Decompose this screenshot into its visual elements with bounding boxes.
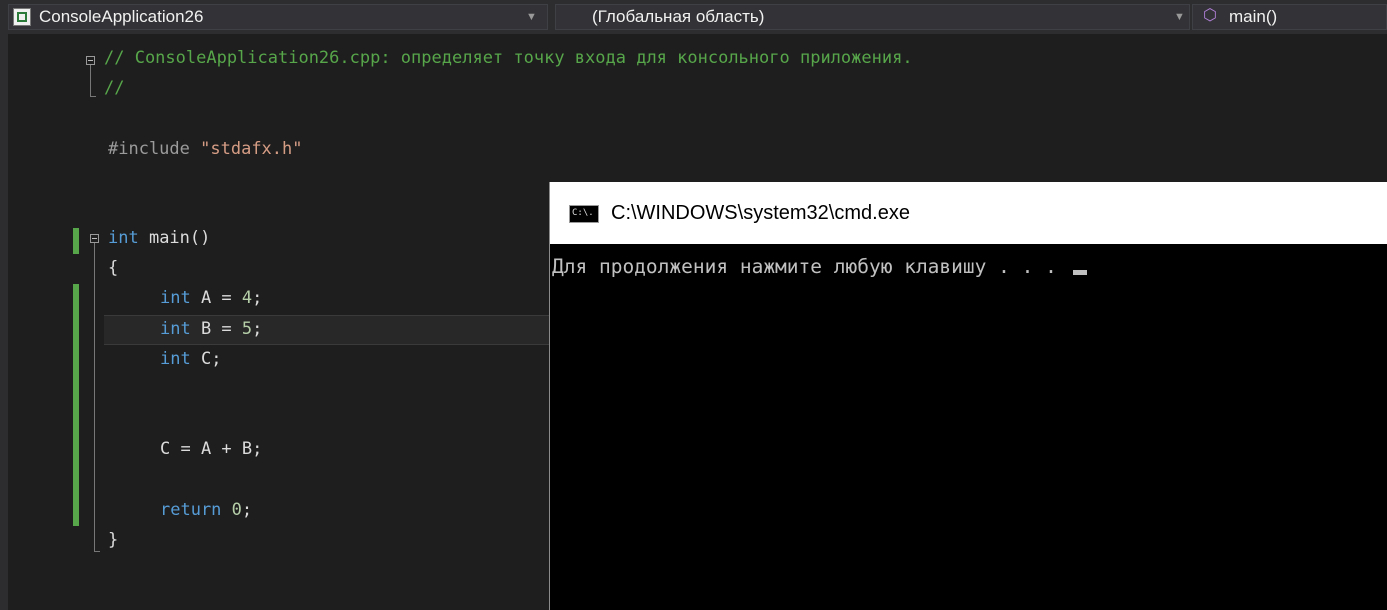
change-indicator [73, 228, 79, 254]
cmd-icon: C:\. [569, 205, 599, 223]
return-statement: return 0; [160, 500, 253, 520]
include-directive: #include "stdafx.h" [108, 139, 303, 159]
text-cursor [1072, 270, 1087, 275]
comment-line: // ConsoleApplication26.cpp: определяет … [104, 48, 913, 68]
fold-guide [90, 65, 91, 96]
main-signature: int main() [108, 228, 211, 248]
project-dropdown[interactable]: ConsoleApplication26 ▼ [8, 4, 548, 30]
console-window[interactable]: C:\. C:\WINDOWS\system32\cmd.exe Для про… [549, 182, 1387, 610]
editor-navigation-bar: ConsoleApplication26 ▼ (Глобальная облас… [0, 0, 1387, 34]
project-name: ConsoleApplication26 [39, 7, 204, 26]
method-icon: ⬡ [1203, 7, 1217, 24]
change-indicator [73, 284, 79, 526]
member-dropdown[interactable]: ⬡ main() [1192, 4, 1387, 30]
console-output: Для продолжения нажмите любую клавишу . … [552, 254, 1087, 280]
editor-left-margin [0, 34, 8, 610]
console-title: C:\WINDOWS\system32\cmd.exe [611, 202, 910, 224]
fold-guide [94, 243, 95, 551]
collapse-function-icon[interactable] [90, 234, 99, 243]
collapse-comment-icon[interactable] [86, 56, 95, 65]
cpp-project-icon [13, 8, 31, 26]
declaration-b: int B = 5; [160, 319, 263, 339]
member-name: main() [1229, 7, 1278, 26]
chevron-down-icon[interactable]: ▼ [1174, 5, 1185, 29]
declaration-c: int C; [160, 349, 222, 369]
assignment-line: C = A + B; [160, 439, 263, 459]
fold-guide-end [90, 96, 96, 97]
comment-line: // [104, 78, 125, 98]
declaration-a: int A = 4; [160, 288, 263, 308]
console-title-bar[interactable]: C:\. C:\WINDOWS\system32\cmd.exe [550, 182, 1387, 244]
chevron-down-icon[interactable]: ▼ [526, 5, 537, 29]
scope-name: (Глобальная область) [592, 7, 765, 26]
scope-dropdown[interactable]: (Глобальная область) ▼ [555, 4, 1190, 30]
fold-guide-end [94, 551, 100, 552]
close-brace: } [108, 530, 119, 550]
open-brace: { [108, 258, 119, 278]
